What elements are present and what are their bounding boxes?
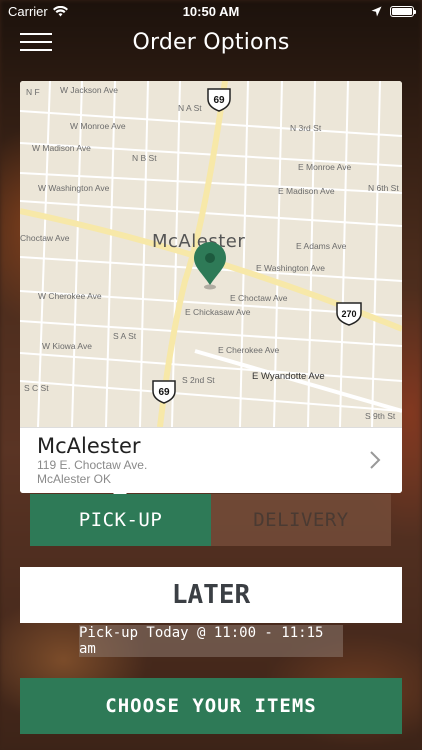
street-label: N 6th St xyxy=(368,183,399,193)
route-270-label: 270 xyxy=(341,309,356,319)
route-69-label: 69 xyxy=(158,387,170,398)
street-label: E Wyandotte Ave xyxy=(252,371,325,382)
street-label: S A St xyxy=(113,331,137,341)
street-label: N A St xyxy=(178,103,202,113)
later-button[interactable]: LATER xyxy=(20,567,402,623)
page-title: Order Options xyxy=(132,29,290,55)
location-address-line1: 119 E. Choctaw Ave. xyxy=(37,458,148,472)
street-label: W Washington Ave xyxy=(38,183,110,193)
choose-items-button[interactable]: CHOOSE YOUR ITEMS xyxy=(20,678,402,734)
street-label: E Cherokee Ave xyxy=(218,345,280,355)
street-label: E Monroe Ave xyxy=(298,162,352,172)
location-address-line2: McAlester OK xyxy=(37,472,112,486)
status-bar: Carrier 10:50 AM xyxy=(0,0,422,22)
street-label: N 3rd St xyxy=(290,123,322,133)
street-label: W Jackson Ave xyxy=(60,85,118,95)
pickup-time-label: Pick-up Today @ 11:00 - 11:15 am xyxy=(79,625,343,657)
street-label: S 9th St xyxy=(365,411,396,421)
map-view[interactable]: W Jackson Ave W Monroe Ave W Madison Ave… xyxy=(20,81,402,427)
street-label: N F xyxy=(26,87,40,97)
hamburger-menu-icon[interactable] xyxy=(20,33,52,55)
street-label: E Choctaw Ave xyxy=(230,293,288,303)
chevron-right-icon xyxy=(370,451,381,469)
street-label: W Cherokee Ave xyxy=(38,291,102,301)
street-label: E Adams Ave xyxy=(296,241,347,251)
route-69-label: 69 xyxy=(213,95,225,106)
street-label: W Kiowa Ave xyxy=(42,341,92,351)
street-label: N B St xyxy=(132,153,157,163)
street-label: S C St xyxy=(24,383,49,393)
street-label: E Washington Ave xyxy=(256,263,325,273)
street-label: W Madison Ave xyxy=(32,143,91,153)
street-label: E Madison Ave xyxy=(278,186,335,196)
street-label: E Chickasaw Ave xyxy=(185,307,251,317)
delivery-tab[interactable]: DELIVERY xyxy=(211,494,391,546)
street-label: Choctaw Ave xyxy=(20,233,70,243)
pickup-tab[interactable]: PICK-UP xyxy=(30,494,211,546)
clock: 10:50 AM xyxy=(182,3,240,19)
location-name: McAlester xyxy=(37,434,141,458)
nav-bar: Order Options xyxy=(0,22,422,62)
location-card: W Jackson Ave W Monroe Ave W Madison Ave… xyxy=(20,81,402,493)
street-label: W Monroe Ave xyxy=(70,121,126,131)
location-info-row[interactable]: McAlester 119 E. Choctaw Ave. McAlester … xyxy=(20,427,402,493)
battery-icon xyxy=(390,5,416,17)
street-label: S 2nd St xyxy=(182,375,215,385)
